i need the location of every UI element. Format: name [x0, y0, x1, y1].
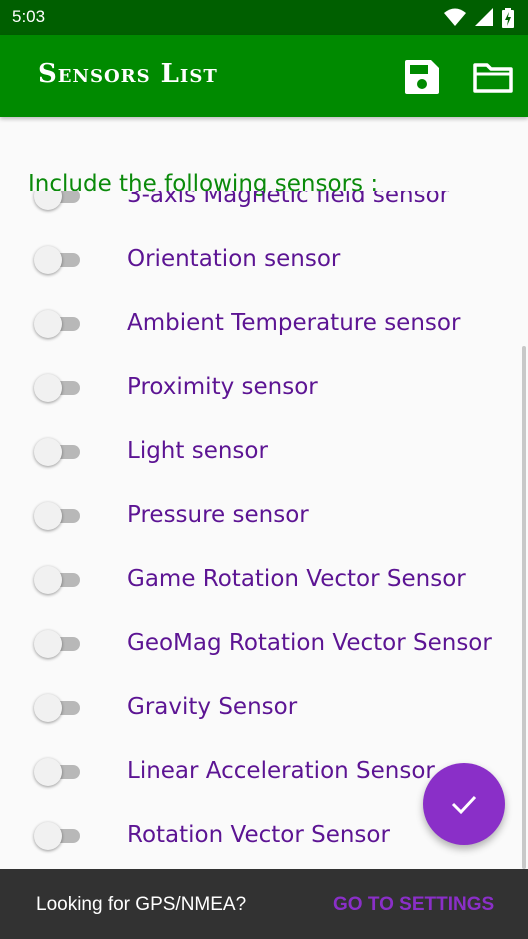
status-icons	[440, 8, 514, 28]
open-folder-button[interactable]	[472, 57, 513, 97]
sensor-label: Pressure sensor	[127, 502, 309, 528]
app-title: Sensors List	[38, 59, 218, 89]
folder-icon	[473, 63, 513, 93]
sensor-label: Linear Acceleration Sensor	[127, 758, 435, 784]
sensor-toggle[interactable]	[34, 191, 82, 210]
sensor-row: Gravity Sensor	[0, 676, 528, 740]
sensor-label: Game Rotation Vector Sensor	[127, 566, 466, 592]
sensor-label: GeoMag Rotation Vector Sensor	[127, 630, 492, 656]
sensor-row: Light sensor	[0, 420, 528, 484]
switch-thumb	[34, 310, 62, 338]
scrollbar[interactable]	[522, 346, 526, 869]
sensor-label: Rotation Vector Sensor	[127, 822, 390, 848]
sensor-label: 3-axis Magnetic field sensor	[127, 191, 450, 208]
signal-icon	[474, 8, 493, 26]
status-bar: 5:03	[0, 0, 528, 35]
sensor-toggle[interactable]	[34, 246, 82, 274]
switch-thumb	[34, 694, 62, 722]
sensor-row: Game Rotation Vector Sensor	[0, 548, 528, 612]
switch-thumb	[34, 502, 62, 530]
sensor-toggle[interactable]	[34, 374, 82, 402]
sensor-row: Proximity sensor	[0, 356, 528, 420]
confirm-fab[interactable]	[423, 763, 505, 845]
check-icon	[451, 795, 477, 815]
switch-thumb	[34, 822, 62, 850]
switch-thumb	[34, 566, 62, 594]
sensor-label: Orientation sensor	[127, 246, 341, 272]
sensor-label: Gravity Sensor	[127, 694, 298, 720]
sensor-toggle[interactable]	[34, 758, 82, 786]
switch-thumb	[34, 758, 62, 786]
sensor-label: Light sensor	[127, 438, 268, 464]
sensor-toggle[interactable]	[34, 630, 82, 658]
save-button[interactable]	[402, 57, 442, 97]
sensor-row: 3-axis Magnetic field sensor	[0, 191, 528, 228]
switch-thumb	[34, 246, 62, 274]
snackbar: Looking for GPS/NMEA? GO TO SETTINGS	[0, 869, 528, 939]
sensor-row: Pressure sensor	[0, 484, 528, 548]
sensor-toggle[interactable]	[34, 502, 82, 530]
app-bar: Sensors List	[0, 35, 528, 117]
sensor-toggle[interactable]	[34, 822, 82, 850]
sensor-toggle[interactable]	[34, 694, 82, 722]
wifi-icon	[443, 8, 466, 26]
sensor-label: Proximity sensor	[127, 374, 318, 400]
go-to-settings-button[interactable]: GO TO SETTINGS	[333, 894, 494, 916]
sensor-toggle[interactable]	[34, 566, 82, 594]
battery-charging-icon	[502, 8, 514, 28]
snackbar-message: Looking for GPS/NMEA?	[36, 894, 247, 915]
sensor-toggle[interactable]	[34, 310, 82, 338]
switch-thumb	[34, 438, 62, 466]
switch-thumb	[34, 630, 62, 658]
switch-thumb	[34, 374, 62, 402]
sensor-label: Ambient Temperature sensor	[127, 310, 461, 336]
sensor-row: Orientation sensor	[0, 228, 528, 292]
sensor-row: GeoMag Rotation Vector Sensor	[0, 612, 528, 676]
sensor-row: Ambient Temperature sensor	[0, 292, 528, 356]
save-icon	[405, 60, 439, 94]
sensor-toggle[interactable]	[34, 438, 82, 466]
status-time: 5:03	[12, 7, 46, 26]
sensor-settings-content: Include the following sensors : 3-axis M…	[0, 117, 528, 869]
switch-thumb	[34, 191, 62, 210]
